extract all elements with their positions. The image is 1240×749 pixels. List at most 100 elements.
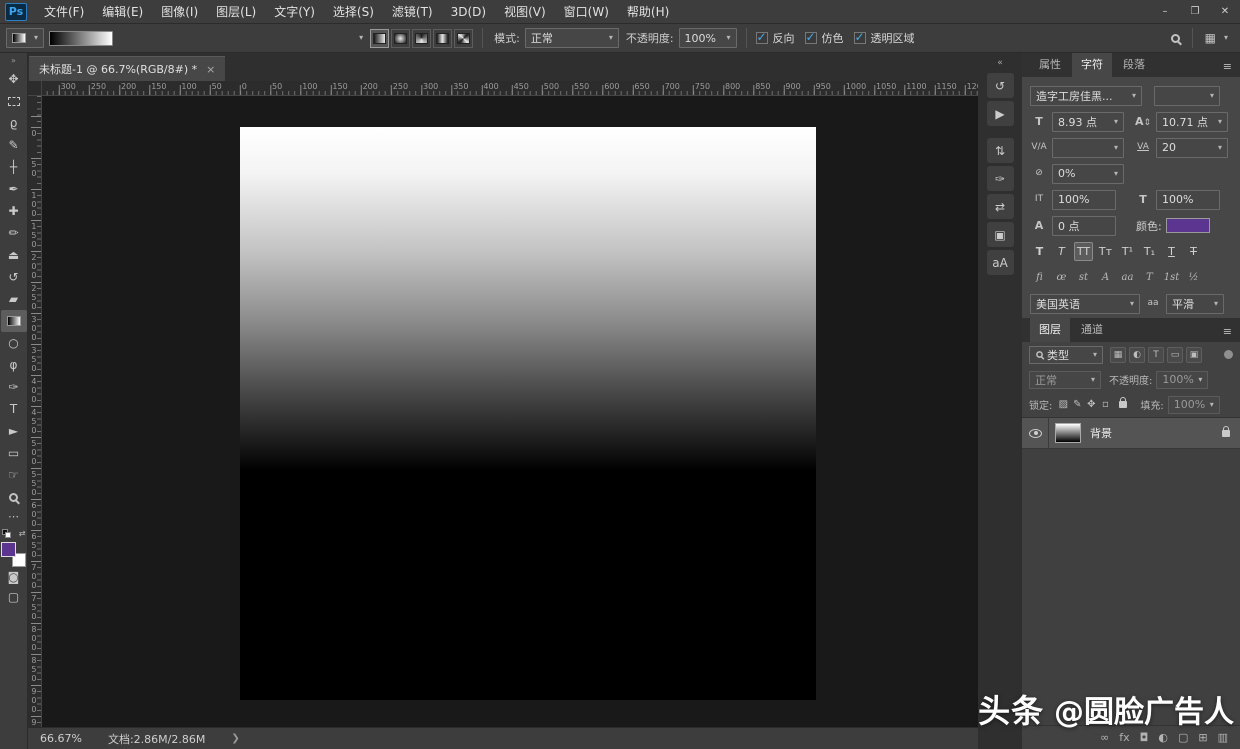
standard-ligatures-button[interactable]: fi [1030,269,1049,286]
dock-expand-icon[interactable]: « [997,56,1003,70]
layer-blend-mode-select[interactable]: 正常 ▾ [1029,371,1101,389]
eraser-tool[interactable]: ▰ [1,288,27,310]
3d-panel-icon[interactable]: ▣ [987,222,1014,247]
horizontal-scale-input[interactable]: 100% [1156,190,1220,210]
layer-fill-select[interactable]: 100% ▾ [1168,396,1220,414]
glyphs-panel-icon[interactable]: aA [987,250,1014,275]
swap-colors-icon[interactable]: ⇄ [19,529,26,538]
filter-type-layers-icon[interactable]: T [1148,347,1164,363]
font-style-select[interactable]: ▾ [1154,86,1220,106]
kerning-select[interactable]: ▾ [1052,138,1124,158]
menu-item-help[interactable]: 帮助(H) [618,0,678,23]
path-selection-tool[interactable]: ► [1,420,27,442]
language-select[interactable]: 美国英语 ▾ [1030,294,1140,314]
vertical-ruler[interactable]: 0501001502002503003504004505005506006507… [28,96,42,727]
workspace-switcher-icon[interactable]: ▦ [1205,31,1216,45]
lock-artboard-icon[interactable]: ▫ [1098,399,1112,410]
tab-character[interactable]: 字符 [1072,52,1112,77]
brush-tool[interactable]: ✏ [1,222,27,244]
eyedropper-tool[interactable]: ✒ [1,178,27,200]
screen-mode-button[interactable]: ▢ [8,587,19,607]
blend-mode-select[interactable]: 正常 ▾ [525,28,619,48]
ruler-origin-corner[interactable] [28,81,42,96]
toolbar-collapse-icon[interactable]: » [11,53,16,68]
gradient-picker-chevron-icon[interactable]: ▾ [359,34,363,42]
diamond-gradient-button[interactable] [454,29,473,48]
small-caps-button[interactable]: Tᴛ [1096,242,1115,261]
panel-menu-icon[interactable]: ≡ [1223,325,1233,338]
angle-gradient-button[interactable] [412,29,431,48]
reflected-gradient-button[interactable] [433,29,452,48]
quick-mask-button[interactable]: ◙ [8,567,20,587]
actions-panel-icon[interactable]: ▶ [987,101,1014,126]
history-brush-tool[interactable]: ↺ [1,266,27,288]
fractions-button[interactable]: ½ [1184,269,1203,286]
faux-bold-button[interactable]: T [1030,242,1049,261]
dither-checkbox[interactable]: 仿色 [805,30,844,46]
lock-transparent-pixels-icon[interactable]: ▨ [1056,399,1070,410]
layer-filter-toggle[interactable] [1224,350,1233,359]
ordinals-button[interactable]: 1st [1162,269,1181,286]
move-tool[interactable]: ✥ [1,68,27,90]
rectangle-tool[interactable]: ▭ [1,442,27,464]
quick-selection-tool[interactable]: ✎ [1,134,27,156]
blur-tool[interactable]: ○ [1,332,27,354]
menu-item-3d[interactable]: 3D(D) [442,0,495,23]
subscript-button[interactable]: T₁ [1140,242,1159,261]
all-caps-button[interactable]: TT [1074,242,1093,261]
layer-thumbnail[interactable] [1055,423,1081,443]
link-layers-icon[interactable]: ∞ [1100,731,1109,744]
linear-gradient-button[interactable] [370,29,389,48]
pen-tool[interactable]: ✑ [1,376,27,398]
strikethrough-button[interactable]: T [1184,242,1203,261]
zoom-tool[interactable] [1,486,27,508]
layer-mask-icon[interactable]: ◘ [1140,731,1149,744]
restore-button[interactable]: ❐ [1180,0,1210,23]
filter-smart-objects-icon[interactable]: ▣ [1186,347,1202,363]
anti-alias-select[interactable]: 平滑 ▾ [1166,294,1224,314]
gradient-tool[interactable] [1,310,27,332]
hand-tool[interactable]: ☞ [1,464,27,486]
paragraph-styles-panel-icon[interactable]: ⇄ [987,194,1014,219]
tab-layers[interactable]: 图层 [1030,317,1070,342]
close-button[interactable]: ✕ [1210,0,1240,23]
discretionary-ligatures-button[interactable]: œ [1052,269,1071,286]
layer-filter-select[interactable]: 类型 ▾ [1029,346,1103,364]
swash-button[interactable]: A [1096,269,1115,286]
menu-item-filter[interactable]: 滤镜(T) [383,0,442,23]
tab-close-icon[interactable]: × [206,63,215,76]
menu-item-window[interactable]: 窗口(W) [555,0,618,23]
filter-pixel-layers-icon[interactable]: ▦ [1110,347,1126,363]
lock-image-pixels-icon[interactable]: ✎ [1070,399,1084,410]
titling-alternates-button[interactable]: T [1140,269,1159,286]
dodge-tool[interactable]: φ [1,354,27,376]
document-tab[interactable]: 未标题-1 @ 66.7%(RGB/8#) * × [29,56,225,81]
gradient-editor-sample[interactable] [49,31,113,46]
tab-channels[interactable]: 通道 [1072,317,1112,342]
underline-button[interactable]: T [1162,242,1181,261]
lock-all-icon[interactable] [1119,401,1127,408]
foreground-color-swatch[interactable] [1,542,16,557]
menu-item-select[interactable]: 选择(S) [324,0,383,23]
transparency-checkbox[interactable]: 透明区域 [854,30,915,46]
menu-item-layer[interactable]: 图层(L) [207,0,265,23]
menu-item-type[interactable]: 文字(Y) [265,0,324,23]
layer-visibility-cell[interactable] [1022,418,1049,448]
clone-source-panel-icon[interactable]: ⇅ [987,138,1014,163]
brush-settings-panel-icon[interactable]: ✑ [987,166,1014,191]
menu-item-file[interactable]: 文件(F) [35,0,93,23]
status-chevron-icon[interactable]: ❯ [231,733,239,744]
vertical-scale-input[interactable]: 100% [1052,190,1116,210]
layer-group-icon[interactable]: ▢ [1178,731,1188,744]
tool-preset-picker[interactable]: ▾ [6,28,44,48]
faux-italic-button[interactable]: T [1052,242,1071,261]
tracking-select[interactable]: 20 ▾ [1156,138,1228,158]
default-colors-icon[interactable] [2,529,11,538]
filter-adjustment-layers-icon[interactable]: ◐ [1129,347,1145,363]
text-color-swatch[interactable] [1166,218,1210,233]
font-family-select[interactable]: 造字工房佳黑... ▾ [1030,86,1142,106]
type-tool[interactable]: T [1,398,27,420]
tab-paragraph[interactable]: 段落 [1114,52,1154,77]
tab-properties[interactable]: 属性 [1030,52,1070,77]
rectangular-marquee-tool[interactable] [1,90,27,112]
